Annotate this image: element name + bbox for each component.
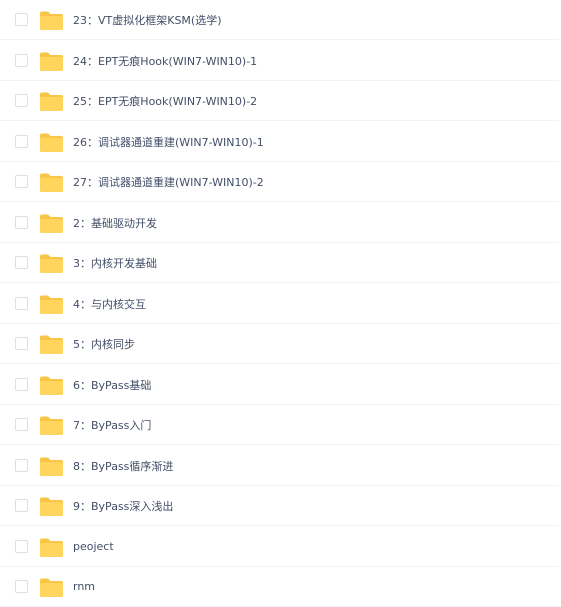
checkbox-icon[interactable]: [15, 175, 28, 188]
file-row[interactable]: peoject: [0, 527, 559, 567]
checkbox-icon[interactable]: [15, 459, 28, 472]
checkbox-icon[interactable]: [15, 135, 28, 148]
folder-icon[interactable]: [39, 50, 64, 72]
file-name[interactable]: peoject: [73, 540, 114, 553]
file-row[interactable]: 7：ByPass入门: [0, 405, 559, 445]
file-row[interactable]: 23：VT虚拟化框架KSM(选学): [0, 0, 559, 40]
folder-icon[interactable]: [39, 495, 64, 517]
checkbox-icon[interactable]: [15, 337, 28, 350]
folder-icon[interactable]: [39, 374, 64, 396]
checkbox-icon[interactable]: [15, 216, 28, 229]
file-row[interactable]: 25：EPT无痕Hook(WIN7-WIN10)-2: [0, 81, 559, 121]
file-row[interactable]: 5：内核同步: [0, 324, 559, 364]
checkbox-icon[interactable]: [15, 54, 28, 67]
checkbox-icon[interactable]: [15, 256, 28, 269]
file-row[interactable]: 2：基础驱动开发: [0, 203, 559, 243]
file-name[interactable]: 26：调试器通道重建(WIN7-WIN10)-1: [73, 134, 264, 150]
folder-icon[interactable]: [39, 414, 64, 436]
file-name[interactable]: 27：调试器通道重建(WIN7-WIN10)-2: [73, 174, 264, 190]
file-row[interactable]: 24：EPT无痕Hook(WIN7-WIN10)-1: [0, 41, 559, 81]
checkbox-icon[interactable]: [15, 418, 28, 431]
checkbox-icon[interactable]: [15, 297, 28, 310]
folder-icon[interactable]: [39, 90, 64, 112]
file-name[interactable]: 8：ByPass循序渐进: [73, 458, 173, 474]
file-row[interactable]: 6：ByPass基础: [0, 365, 559, 405]
checkbox-icon[interactable]: [15, 13, 28, 26]
file-row[interactable]: 27：调试器通道重建(WIN7-WIN10)-2: [0, 162, 559, 202]
file-name[interactable]: 5：内核同步: [73, 336, 135, 352]
folder-icon[interactable]: [39, 333, 64, 355]
folder-icon[interactable]: [39, 455, 64, 477]
file-name[interactable]: 7：ByPass入门: [73, 417, 151, 433]
checkbox-icon[interactable]: [15, 94, 28, 107]
folder-icon[interactable]: [39, 9, 64, 31]
file-name[interactable]: 6：ByPass基础: [73, 377, 151, 393]
file-row[interactable]: rnm: [0, 567, 559, 607]
file-name[interactable]: rnm: [73, 580, 95, 593]
file-row[interactable]: 26：调试器通道重建(WIN7-WIN10)-1: [0, 122, 559, 162]
file-name[interactable]: 23：VT虚拟化框架KSM(选学): [73, 12, 222, 28]
file-name[interactable]: 2：基础驱动开发: [73, 215, 157, 231]
folder-icon[interactable]: [39, 212, 64, 234]
folder-icon[interactable]: [39, 171, 64, 193]
file-name[interactable]: 9：ByPass深入浅出: [73, 498, 173, 514]
file-row[interactable]: 3：内核开发基础: [0, 243, 559, 283]
checkbox-icon[interactable]: [15, 378, 28, 391]
checkbox-icon[interactable]: [15, 580, 28, 593]
file-name[interactable]: 4：与内核交互: [73, 296, 146, 312]
file-list: 23：VT虚拟化框架KSM(选学) 24：EPT无痕Hook(WIN7-WIN1…: [0, 0, 561, 607]
checkbox-icon[interactable]: [15, 499, 28, 512]
folder-icon[interactable]: [39, 576, 64, 598]
file-name[interactable]: 24：EPT无痕Hook(WIN7-WIN10)-1: [73, 53, 257, 69]
checkbox-icon[interactable]: [15, 540, 28, 553]
folder-icon[interactable]: [39, 293, 64, 315]
folder-icon[interactable]: [39, 131, 64, 153]
file-name[interactable]: 25：EPT无痕Hook(WIN7-WIN10)-2: [73, 93, 257, 109]
folder-icon[interactable]: [39, 536, 64, 558]
folder-icon[interactable]: [39, 252, 64, 274]
file-row[interactable]: 8：ByPass循序渐进: [0, 446, 559, 486]
file-name[interactable]: 3：内核开发基础: [73, 255, 157, 271]
file-row[interactable]: 9：ByPass深入浅出: [0, 486, 559, 526]
file-row[interactable]: 4：与内核交互: [0, 284, 559, 324]
